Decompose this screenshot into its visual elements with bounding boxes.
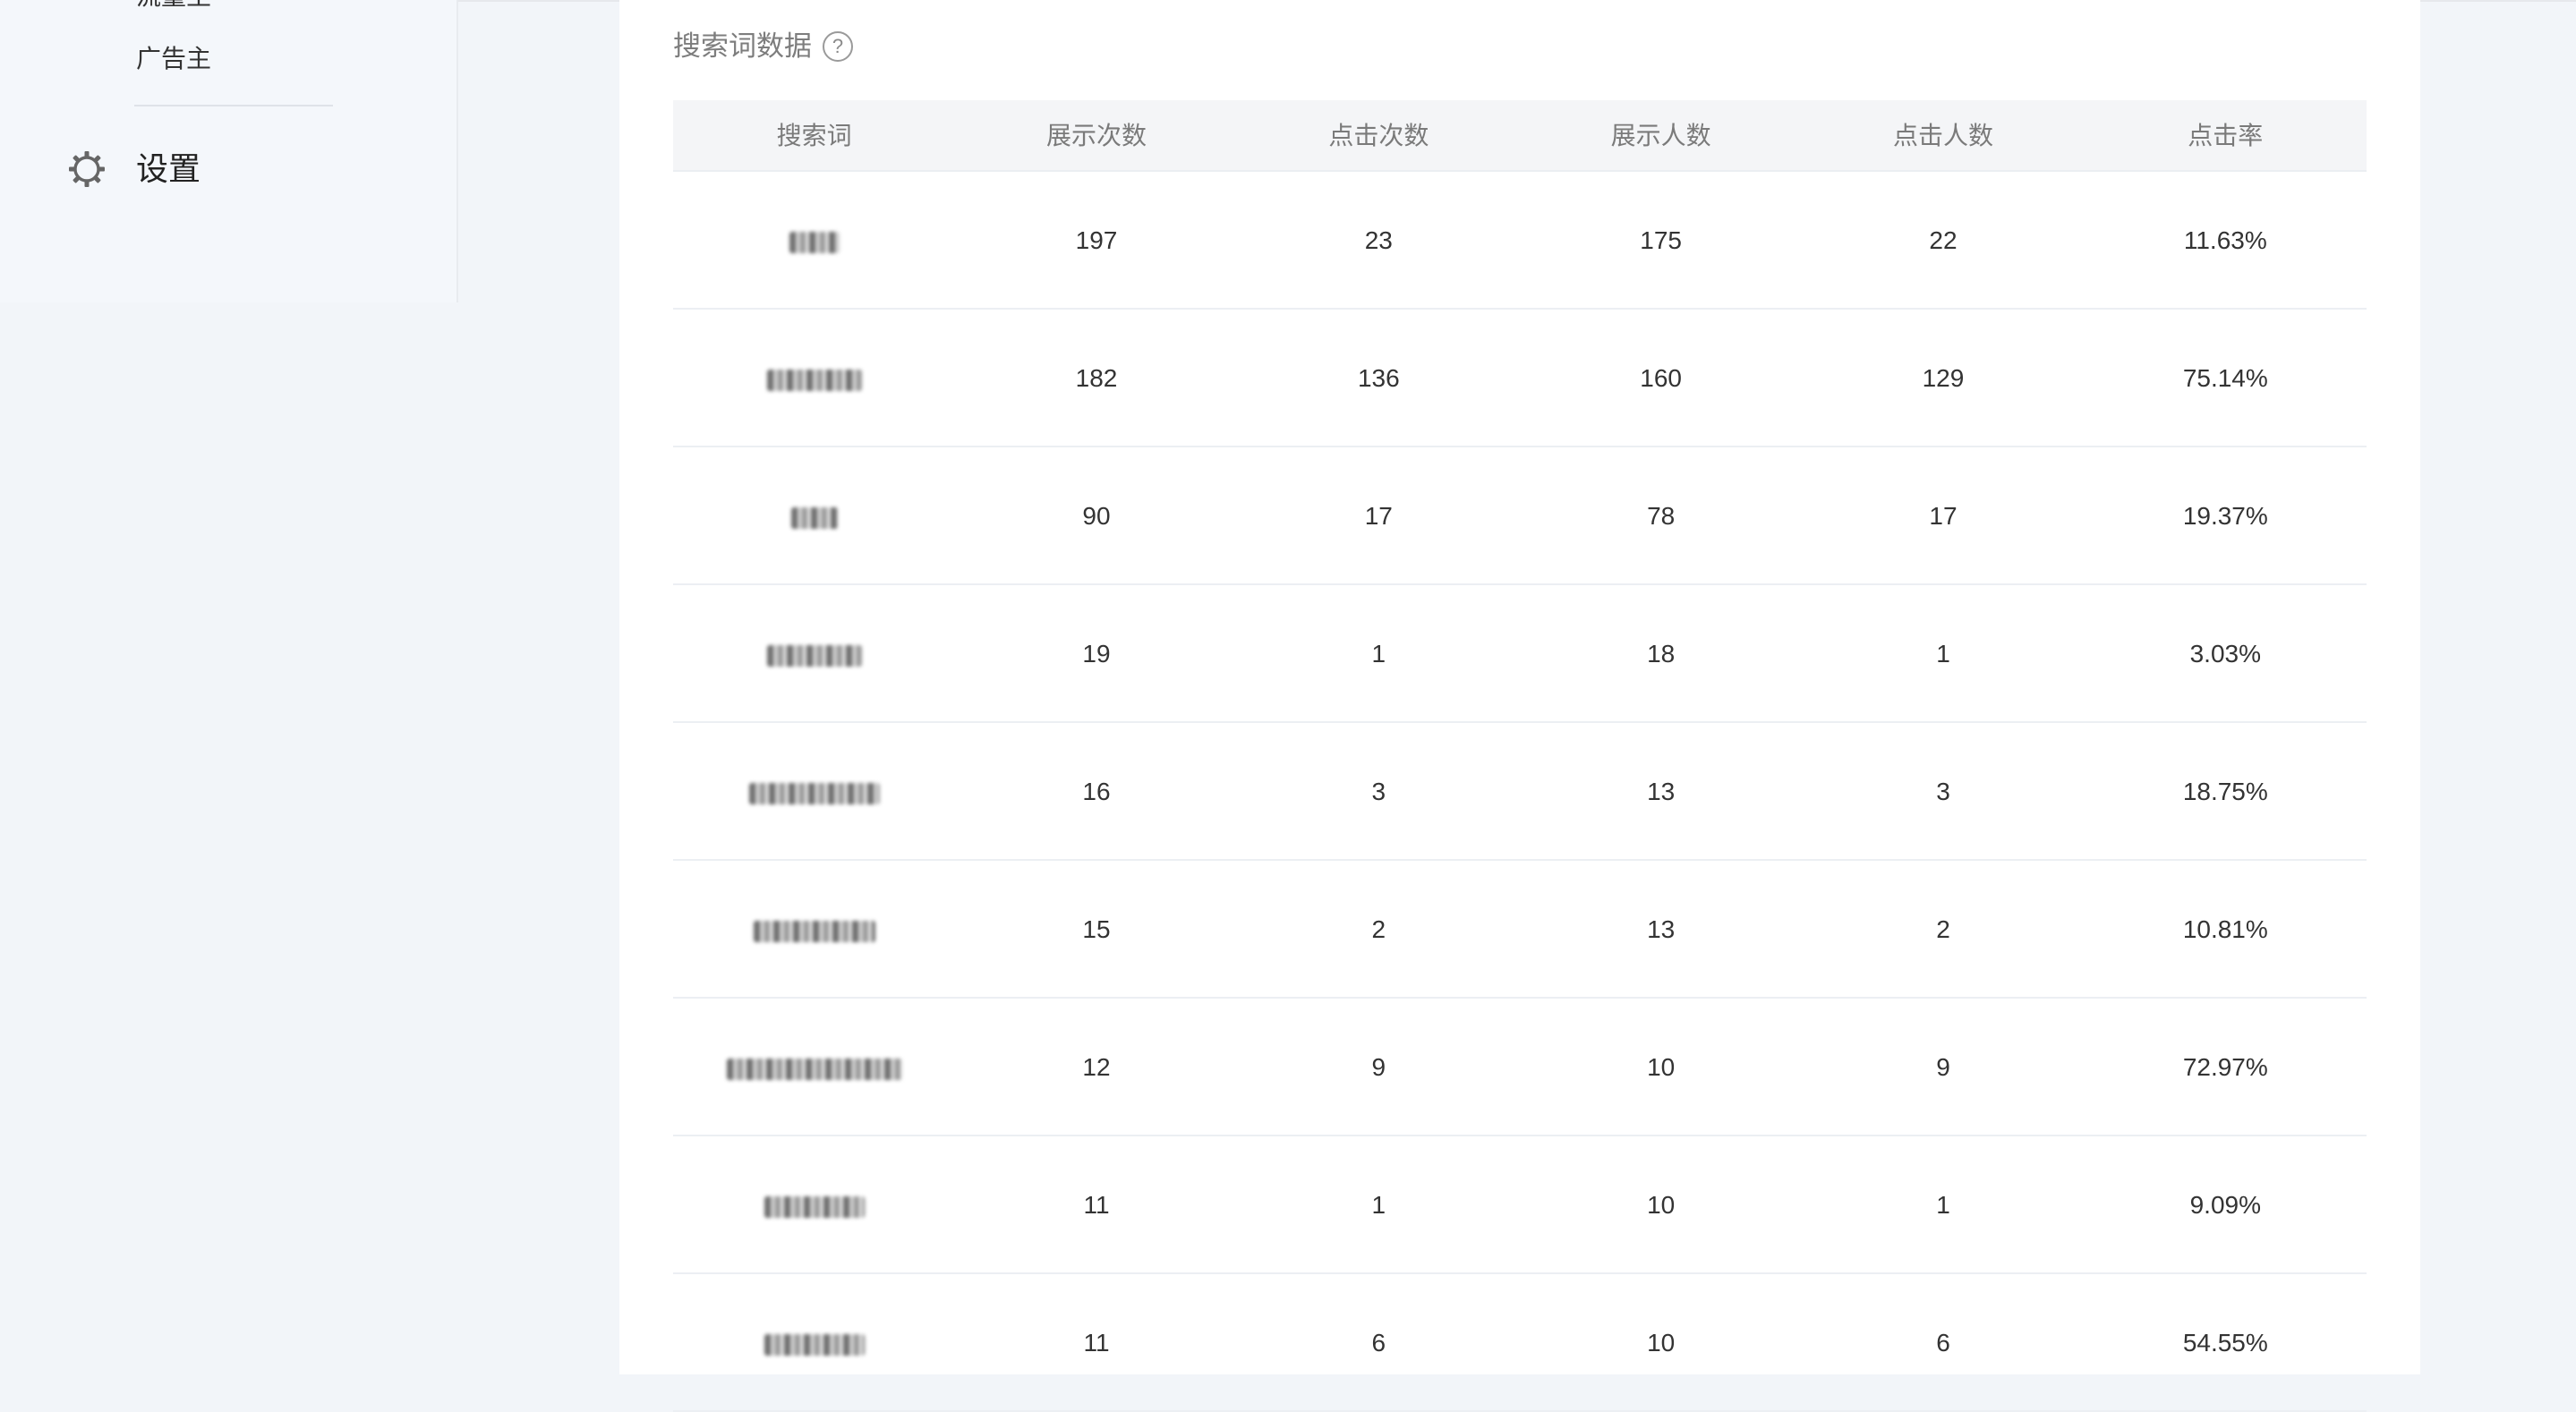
cell-click-users: 1 (1936, 640, 1950, 668)
sidebar-divider (134, 105, 333, 106)
cell-click-users: 2 (1936, 915, 1950, 943)
table-row: 19 1 18 1 3.03% (673, 585, 2367, 723)
table-row: 12 9 10 9 72.97% (673, 999, 2367, 1136)
cell-impression-users: 13 (1647, 915, 1676, 943)
column-header-click-users[interactable]: 点击人数 (1802, 100, 2084, 170)
redacted-text (789, 231, 840, 253)
sidebar-item-settings[interactable]: 设置 (0, 122, 456, 215)
sidebar: 流量主 广告主 设置 (0, 0, 458, 302)
table-row: 182 136 160 129 75.14% (673, 310, 2367, 447)
cell-ctr: 18.75% (2182, 778, 2268, 805)
cell-click-users: 3 (1936, 778, 1950, 805)
cell-ctr: 75.14% (2182, 364, 2268, 392)
cell-clicks: 136 (1357, 364, 1400, 392)
cell-impression-users: 160 (1640, 364, 1682, 392)
search-term-card: 搜索词数据 ? 搜索词 展示次数 点击次数 展示人数 点击人数 点击率 197 … (619, 0, 2420, 1412)
cell-impressions: 15 (1082, 915, 1111, 943)
table-row: 16 3 13 3 18.75% (673, 723, 2367, 861)
column-header-clicks[interactable]: 点击次数 (1238, 100, 1520, 170)
cell-keyword (673, 723, 955, 859)
cell-clicks: 1 (1371, 640, 1386, 668)
cell-impressions: 19 (1082, 640, 1111, 668)
cell-keyword (673, 1136, 955, 1272)
cell-ctr: 10.81% (2182, 915, 2268, 943)
cell-clicks: 17 (1364, 502, 1393, 530)
cell-ctr: 9.09% (2189, 1191, 2261, 1219)
column-header-ctr[interactable]: 点击率 (2085, 100, 2367, 170)
cell-ctr: 54.55% (2182, 1329, 2268, 1357)
cell-impression-users: 10 (1647, 1191, 1676, 1219)
column-header-impressions[interactable]: 展示次数 (955, 100, 1237, 170)
cell-click-users: 1 (1936, 1191, 1950, 1219)
cell-impressions: 197 (1075, 226, 1118, 254)
cell-impression-users: 78 (1647, 502, 1676, 530)
cell-impressions: 182 (1075, 364, 1118, 392)
cell-impression-users: 13 (1647, 778, 1676, 805)
table-row: 15 2 13 2 10.81% (673, 861, 2367, 999)
column-header-keyword[interactable]: 搜索词 (673, 100, 955, 170)
table-row: 11 1 10 1 9.09% (673, 1136, 2367, 1274)
cell-impression-users: 10 (1647, 1053, 1676, 1081)
table-row: 90 17 78 17 19.37% (673, 447, 2367, 585)
cell-impressions: 12 (1082, 1053, 1111, 1081)
cell-impressions: 11 (1083, 1329, 1110, 1357)
cell-keyword (673, 861, 955, 997)
cell-impressions: 16 (1082, 778, 1111, 805)
sidebar-item-traffic-owner[interactable]: 流量主 (136, 0, 211, 13)
question-circle-icon[interactable]: ? (823, 31, 853, 62)
cell-clicks: 3 (1371, 778, 1386, 805)
redacted-text (766, 644, 862, 667)
cell-ctr: 3.03% (2189, 640, 2261, 668)
redacted-text (763, 1195, 865, 1218)
column-header-impression-users[interactable]: 展示人数 (1520, 100, 1802, 170)
gear-icon (69, 151, 105, 187)
cell-impression-users: 10 (1647, 1329, 1676, 1357)
table-row: 197 23 175 22 11.63% (673, 172, 2367, 310)
cell-clicks: 6 (1371, 1329, 1386, 1357)
cell-keyword (673, 447, 955, 583)
table-header: 搜索词 展示次数 点击次数 展示人数 点击人数 点击率 (673, 100, 2367, 172)
cell-click-users: 17 (1929, 502, 1958, 530)
sidebar-item-settings-label: 设置 (136, 150, 201, 187)
cell-impressions: 90 (1082, 502, 1111, 530)
cell-clicks: 1 (1371, 1191, 1386, 1219)
cell-clicks: 23 (1364, 226, 1393, 254)
section-header: 搜索词数据 ? (673, 27, 853, 66)
cell-clicks: 9 (1371, 1053, 1386, 1081)
cell-keyword (673, 999, 955, 1135)
cell-clicks: 2 (1371, 915, 1386, 943)
section-title: 搜索词数据 (673, 30, 812, 62)
redacted-text (766, 369, 862, 391)
redacted-text (790, 506, 838, 529)
redacted-text (753, 920, 875, 942)
cell-ctr: 19.37% (2182, 502, 2268, 530)
redacted-text (763, 1333, 865, 1356)
cell-click-users: 6 (1936, 1329, 1950, 1357)
search-term-table: 搜索词 展示次数 点击次数 展示人数 点击人数 点击率 197 23 175 2… (673, 100, 2367, 1412)
cell-keyword (673, 585, 955, 721)
sidebar-item-advertiser[interactable]: 广告主 (136, 43, 211, 75)
cell-click-users: 9 (1936, 1053, 1950, 1081)
cell-impressions: 11 (1083, 1191, 1110, 1219)
cell-keyword (673, 310, 955, 446)
redacted-text (748, 782, 880, 804)
cell-impression-users: 175 (1640, 226, 1682, 254)
cell-impression-users: 18 (1647, 640, 1676, 668)
table-row: 11 6 10 6 54.55% (673, 1274, 2367, 1412)
cell-click-users: 22 (1929, 226, 1958, 254)
cell-keyword (673, 1274, 955, 1410)
cell-click-users: 129 (1922, 364, 1965, 392)
cell-keyword (673, 172, 955, 308)
cell-ctr: 72.97% (2182, 1053, 2268, 1081)
redacted-text (726, 1058, 902, 1080)
cell-ctr: 11.63% (2183, 226, 2267, 254)
